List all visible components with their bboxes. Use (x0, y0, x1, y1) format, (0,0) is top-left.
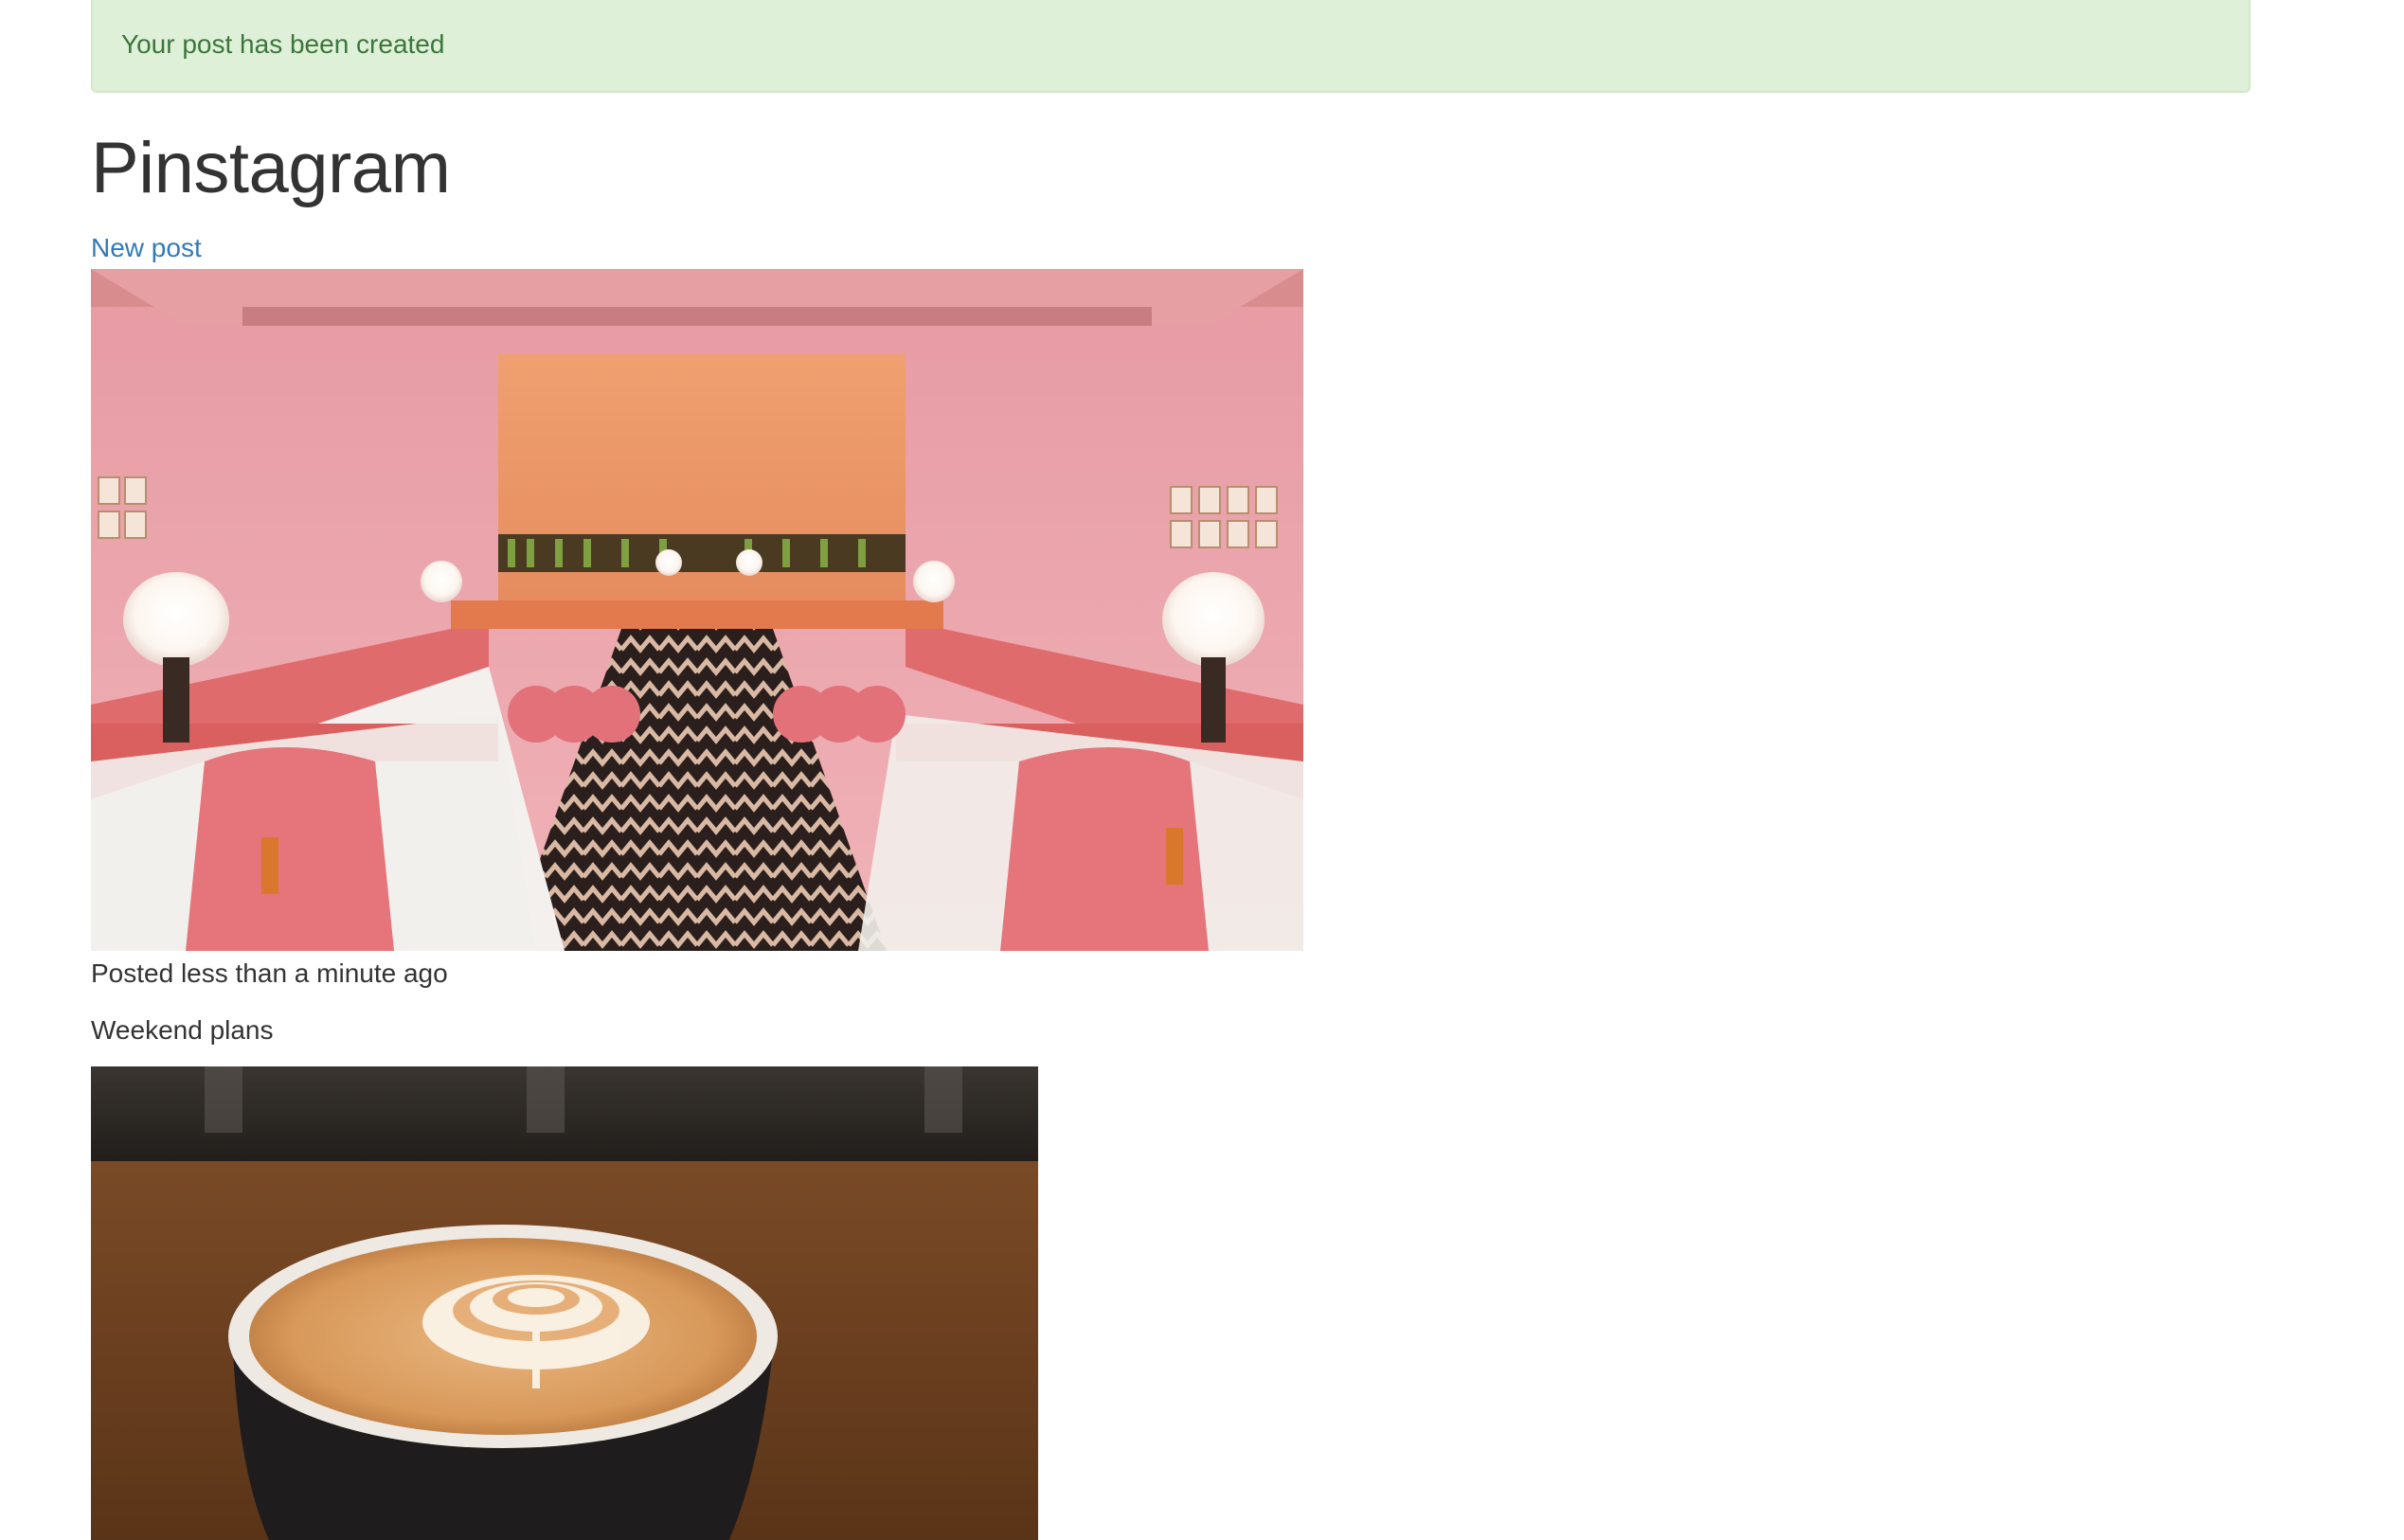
new-post-link[interactable]: New post (91, 235, 202, 261)
post-image (91, 269, 1303, 951)
post-item: Posted less than a minute ago Weekend pl… (91, 269, 2251, 1044)
page-title: Pinstagram (91, 128, 451, 208)
post-item (91, 1066, 2251, 1540)
post-timestamp: Posted less than a minute ago (91, 958, 448, 988)
alert-message: Your post has been created (121, 29, 445, 59)
page-container: Your post has been created Pinstagram Ne… (91, 0, 2251, 1540)
post-image (91, 1066, 1038, 1540)
post-caption: Weekend plans (91, 1015, 274, 1045)
success-alert: Your post has been created (91, 0, 2251, 93)
